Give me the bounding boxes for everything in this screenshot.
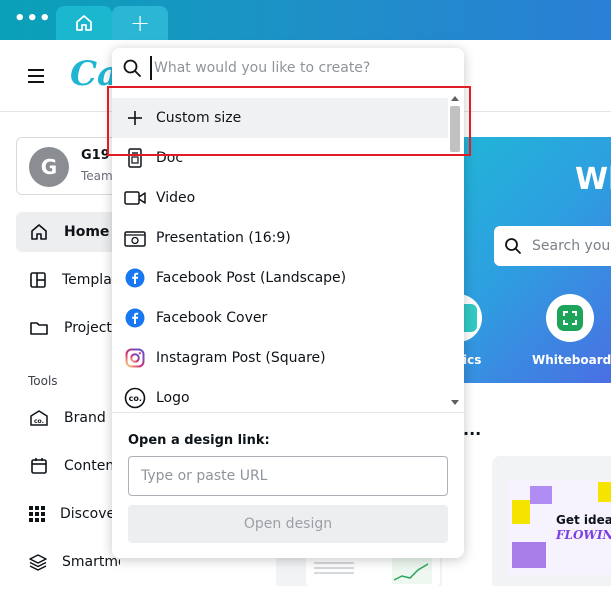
whiteboard-icon — [557, 305, 583, 331]
search-icon — [123, 59, 141, 77]
hamburger-icon[interactable] — [28, 69, 44, 83]
shortcut-label-whiteboards: Whiteboards — [532, 353, 611, 367]
list-scrollbar[interactable] — [448, 92, 462, 410]
avatar: G — [29, 147, 69, 187]
list-item-label: Instagram Post (Square) — [156, 350, 326, 366]
hero-search-placeholder: Search your — [532, 238, 611, 254]
folder-icon — [28, 317, 50, 339]
search-icon — [505, 238, 521, 254]
svg-text:co.: co. — [34, 418, 44, 425]
purple-block — [512, 542, 546, 568]
sidebar-item-label: Discover — [60, 506, 120, 522]
hero-search-bar[interactable]: Search your — [494, 226, 611, 266]
sidebar-item-home[interactable]: Home — [16, 212, 120, 252]
preview-line-2: FLOWING — [556, 528, 611, 542]
logo-co-icon: co. — [124, 387, 146, 409]
purple-block — [530, 486, 552, 504]
sidebar-item-discover[interactable]: Discover — [16, 494, 120, 534]
brand-icon: co. — [28, 407, 50, 429]
team-subtitle: Team — [81, 169, 113, 183]
sidebar-item-label: Projects — [64, 320, 120, 336]
sidebar-item-smartmockups[interactable]: Smartmockups — [16, 542, 120, 582]
create-search-bar — [112, 48, 464, 88]
team-name: G19 — [81, 148, 110, 163]
sidebar-item-label: Brand — [64, 410, 106, 426]
team-switcher[interactable]: G G19 Team — [16, 137, 120, 195]
templates-icon — [28, 269, 48, 291]
doc-icon — [124, 147, 146, 169]
sidebar-item-brand[interactable]: co. Brand — [16, 398, 120, 438]
scroll-down-arrow-icon[interactable] — [451, 400, 459, 405]
presentation-icon — [124, 227, 146, 249]
list-item-presentation[interactable]: Presentation (16:9) — [112, 218, 448, 258]
scroll-up-arrow-icon[interactable] — [451, 96, 459, 101]
list-item-label: Facebook Cover — [156, 310, 268, 326]
list-item-facebook-post[interactable]: Facebook Post (Landscape) — [112, 258, 448, 298]
design-preview-text: Get idea FLOWING — [556, 513, 611, 543]
list-item-label: Logo — [156, 390, 190, 406]
facebook-icon — [124, 267, 146, 289]
tools-heading: Tools — [28, 374, 58, 388]
sidebar-item-content[interactable]: Content — [16, 446, 120, 486]
calendar-icon — [28, 455, 50, 477]
list-item-facebook-cover[interactable]: Facebook Cover — [112, 298, 448, 338]
list-item-instagram-post[interactable]: Instagram Post (Square) — [112, 338, 448, 378]
design-type-list: Custom size Doc Video Presentation (16:9… — [112, 98, 448, 410]
home-tab[interactable] — [56, 6, 112, 40]
sidebar: G G19 Team Home Templates Projects Tools… — [0, 112, 120, 586]
more-dots-icon[interactable]: ••• — [14, 10, 51, 32]
create-search-input[interactable] — [150, 56, 450, 80]
home-icon — [76, 15, 92, 31]
sidebar-item-templates[interactable]: Templates — [16, 260, 120, 300]
list-item-logo[interactable]: co. Logo — [112, 378, 448, 410]
list-item-custom-size[interactable]: Custom size — [112, 98, 448, 138]
list-item-video[interactable]: Video — [112, 178, 448, 218]
list-item-label: Presentation (16:9) — [156, 230, 291, 246]
yellow-block — [598, 482, 611, 502]
plus-icon — [124, 107, 146, 129]
open-link-section: Open a design link: Open design — [112, 412, 464, 558]
shortcut-label: ics — [463, 353, 482, 367]
design-url-input[interactable] — [128, 456, 448, 496]
preview-line-1: Get idea — [556, 513, 611, 527]
list-item-label: Video — [156, 190, 196, 206]
open-design-button[interactable]: Open design — [128, 505, 448, 543]
list-item-doc[interactable]: Doc — [112, 138, 448, 178]
instagram-icon — [124, 347, 146, 369]
hero-title: Wh — [575, 162, 611, 197]
facebook-icon — [124, 307, 146, 329]
sidebar-item-projects[interactable]: Projects — [16, 308, 120, 348]
list-item-label: Custom size — [156, 110, 242, 126]
home-icon — [28, 221, 50, 243]
list-item-label: Facebook Post (Landscape) — [156, 270, 347, 286]
sidebar-item-label: Home — [64, 224, 110, 240]
list-item-label: Doc — [156, 150, 184, 166]
whiteboards-shortcut[interactable] — [546, 294, 594, 342]
more-options-icon[interactable]: ... — [463, 420, 481, 439]
create-design-dropdown: Custom size Doc Video Presentation (16:9… — [112, 48, 464, 558]
layers-icon — [28, 551, 48, 573]
new-tab-button[interactable]: + — [112, 6, 168, 40]
yellow-block — [512, 500, 530, 524]
open-link-label: Open a design link: — [128, 433, 270, 448]
browser-tab-strip: ••• + — [0, 0, 611, 40]
apps-grid-icon — [28, 503, 46, 525]
video-icon — [124, 187, 146, 209]
scrollbar-thumb[interactable] — [450, 106, 460, 152]
svg-text:co.: co. — [129, 394, 142, 403]
